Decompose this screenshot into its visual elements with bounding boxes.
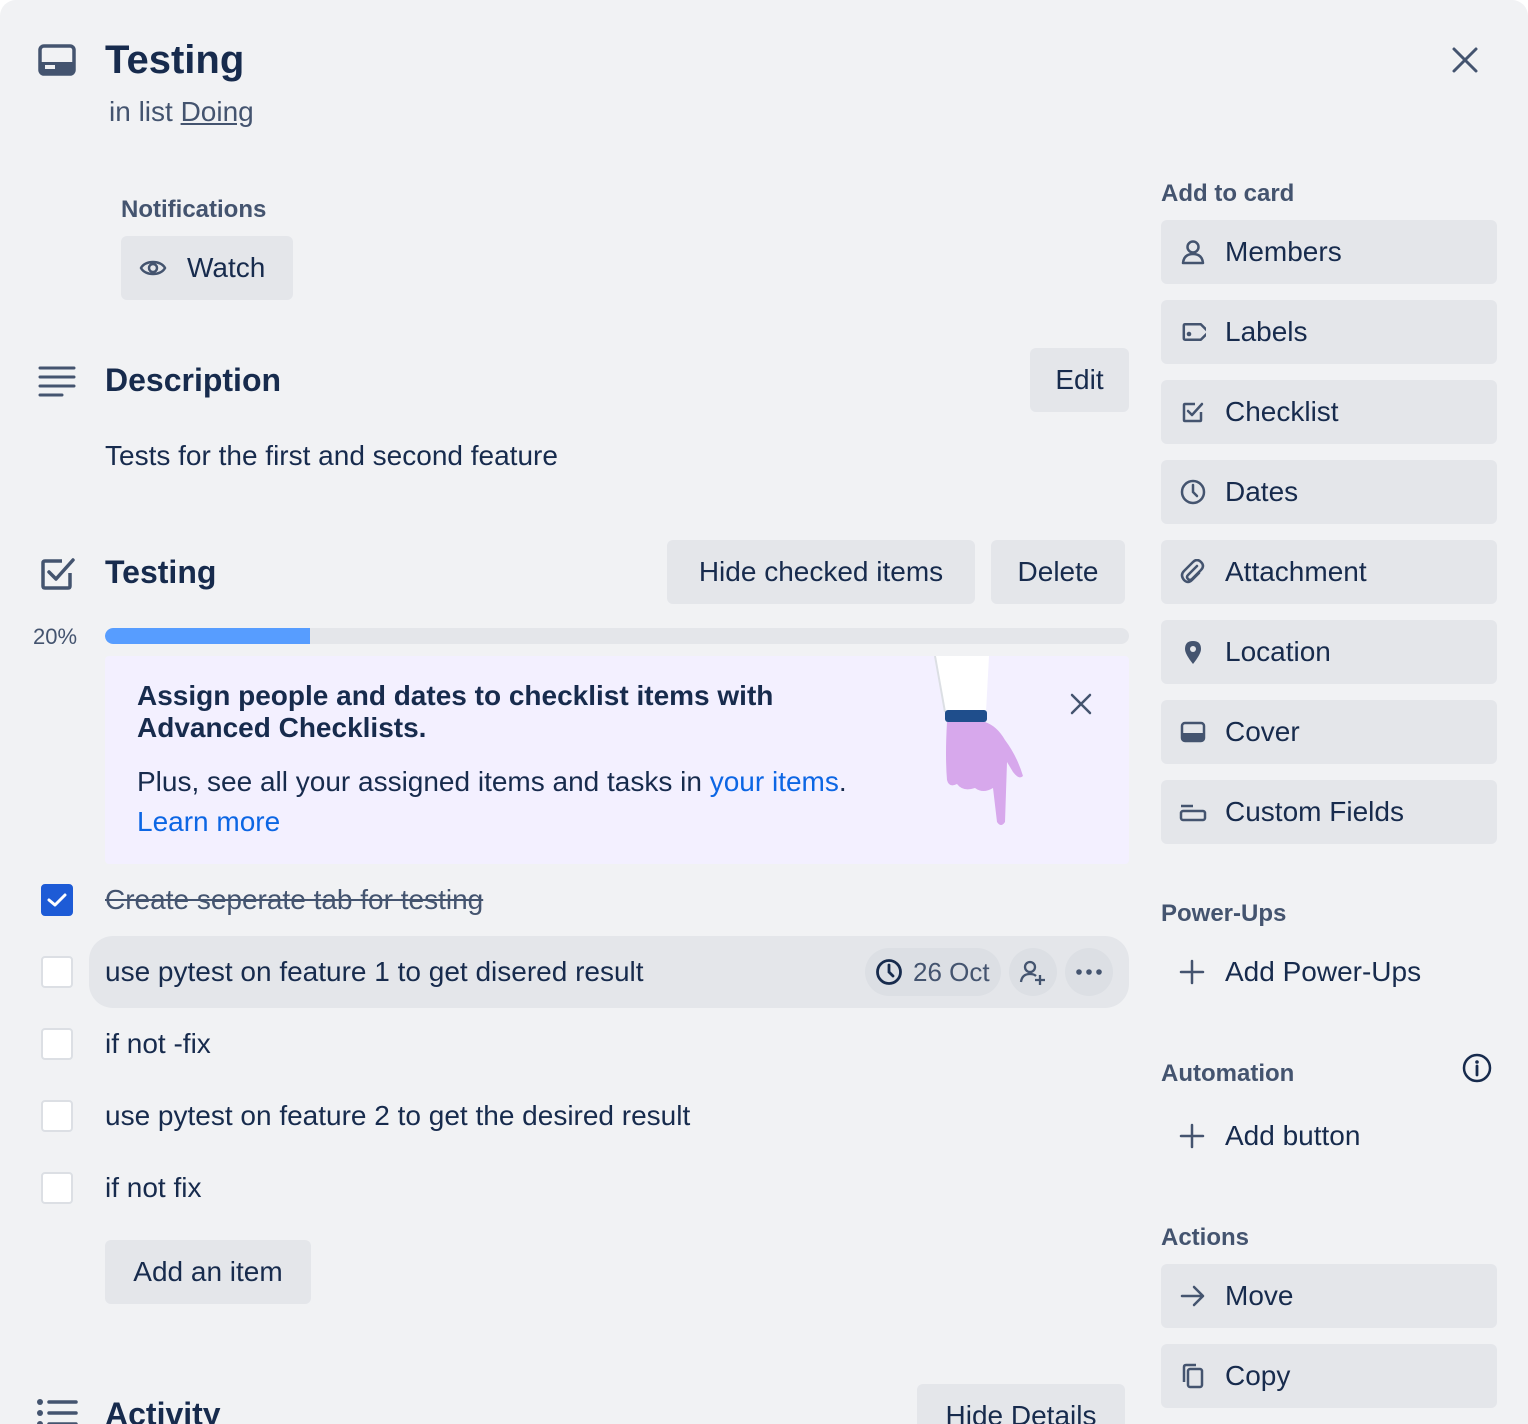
actions-label: Actions [1161,1224,1250,1251]
description-text[interactable]: Tests for the first and second feature [105,440,558,472]
notifications-label: Notifications [121,196,267,223]
members-label: Members [1225,236,1342,267]
close-icon[interactable] [1450,45,1480,75]
item-checkbox[interactable] [41,1100,73,1132]
cover-button[interactable]: Cover [1161,700,1497,764]
cover-label: Cover [1225,716,1300,747]
power-ups-label: Power-Ups [1161,900,1287,927]
checklist-heading[interactable]: Testing [105,554,216,591]
custom-fields-label: Custom Fields [1225,796,1404,827]
labels-label: Labels [1225,316,1308,347]
checkbox-icon [1179,398,1207,426]
banner-body: Plus, see all your assigned items and ta… [137,762,917,842]
copy-button[interactable]: Copy [1161,1344,1497,1408]
paperclip-icon [1179,558,1207,586]
progress-fill [105,628,310,644]
person-icon [1179,238,1207,266]
clock-icon [1179,478,1207,506]
advanced-checklists-banner: Assign people and dates to checklist ite… [105,656,1129,864]
add-person-icon [1019,960,1045,985]
tag-icon [1179,318,1207,346]
card-icon [38,44,76,76]
pointing-hand-illustration [931,656,1031,828]
watch-button[interactable]: Watch [121,236,293,300]
hide-details-button[interactable]: Hide Details [917,1384,1125,1424]
check-icon [47,893,67,907]
hide-checked-button[interactable]: Hide checked items [667,540,975,604]
hide-details-label: Hide Details [945,1400,1097,1424]
attachment-label: Attachment [1225,556,1367,587]
watch-label: Watch [187,252,266,283]
clock-icon [876,959,902,985]
item-checkbox[interactable] [41,1028,73,1060]
description-icon [38,365,76,397]
item-checkbox[interactable] [41,884,73,916]
due-date-text: 26 Oct [913,956,990,987]
attachment-button[interactable]: Attachment [1161,540,1497,604]
item-more-button[interactable] [1065,948,1113,996]
copy-icon [1179,1362,1207,1390]
info-icon[interactable] [1462,1053,1492,1083]
due-date-badge[interactable]: 26 Oct [865,948,1001,996]
labels-button[interactable]: Labels [1161,300,1497,364]
your-items-link[interactable]: your items [710,766,839,797]
copy-label: Copy [1225,1360,1291,1391]
add-item-button[interactable]: Add an item [105,1240,311,1304]
more-icon [1076,969,1102,975]
checklist-item-text[interactable]: use pytest on feature 1 to get disered r… [105,956,644,988]
move-button[interactable]: Move [1161,1264,1497,1328]
members-button[interactable]: Members [1161,220,1497,284]
card-detail-dialog: Testing in list Doing Notifications Watc… [0,0,1528,1424]
eye-icon [139,257,167,279]
custom-fields-icon [1179,798,1207,826]
add-automation-button[interactable]: Add button [1179,1116,1360,1156]
progress-percent: 20% [33,624,78,649]
add-item-label: Add an item [133,1256,283,1287]
delete-label: Delete [1017,556,1099,587]
hide-checked-label: Hide checked items [698,556,944,587]
checklist-icon [40,555,76,591]
automation-label: Automation [1161,1060,1295,1087]
add-to-card-label: Add to card [1161,180,1295,207]
item-checkbox[interactable] [41,956,73,988]
banner-body-text: Plus, see all your assigned items and ta… [137,766,702,797]
list-link[interactable]: Doing [181,96,254,127]
dismiss-banner-icon[interactable] [1069,692,1093,716]
cover-icon [1179,718,1207,746]
dates-button[interactable]: Dates [1161,460,1497,524]
banner-title: Assign people and dates to checklist ite… [137,680,774,743]
learn-more-link[interactable]: Learn more [137,806,280,837]
delete-checklist-button[interactable]: Delete [991,540,1125,604]
arrow-right-icon [1179,1282,1207,1310]
progress-track [105,628,1129,644]
plus-icon [1179,959,1205,985]
assign-member-button[interactable] [1009,948,1057,996]
edit-description-button[interactable]: Edit [1030,348,1129,412]
move-label: Move [1225,1280,1294,1311]
card-title[interactable]: Testing [105,38,244,83]
checklist-item-text[interactable]: use pytest on feature 2 to get the desir… [105,1100,690,1132]
activity-heading: Activity [105,1396,221,1424]
description-heading: Description [105,362,282,398]
custom-fields-button[interactable]: Custom Fields [1161,780,1497,844]
location-button[interactable]: Location [1161,620,1497,684]
activity-icon [36,1398,78,1424]
edit-label: Edit [1055,364,1104,395]
add-power-ups-button[interactable]: Add Power-Ups [1179,952,1421,992]
map-pin-icon [1179,638,1207,666]
checklist-label: Checklist [1225,396,1339,427]
checklist-item-text[interactable]: if not -fix [105,1028,211,1060]
list-location: in list Doing [109,96,254,128]
location-label: Location [1225,636,1331,667]
dates-label: Dates [1225,476,1299,507]
checklist-button[interactable]: Checklist [1161,380,1497,444]
add-button-label: Add button [1225,1120,1361,1151]
banner-body-suffix: . [838,766,847,797]
item-checkbox[interactable] [41,1172,73,1204]
add-power-ups-label: Add Power-Ups [1225,956,1422,987]
checklist-item-text[interactable]: if not fix [105,1172,201,1204]
plus-icon [1179,1123,1205,1149]
checklist-item-text[interactable]: Create seperate tab for testing [105,884,483,916]
list-prefix: in list [109,96,173,127]
